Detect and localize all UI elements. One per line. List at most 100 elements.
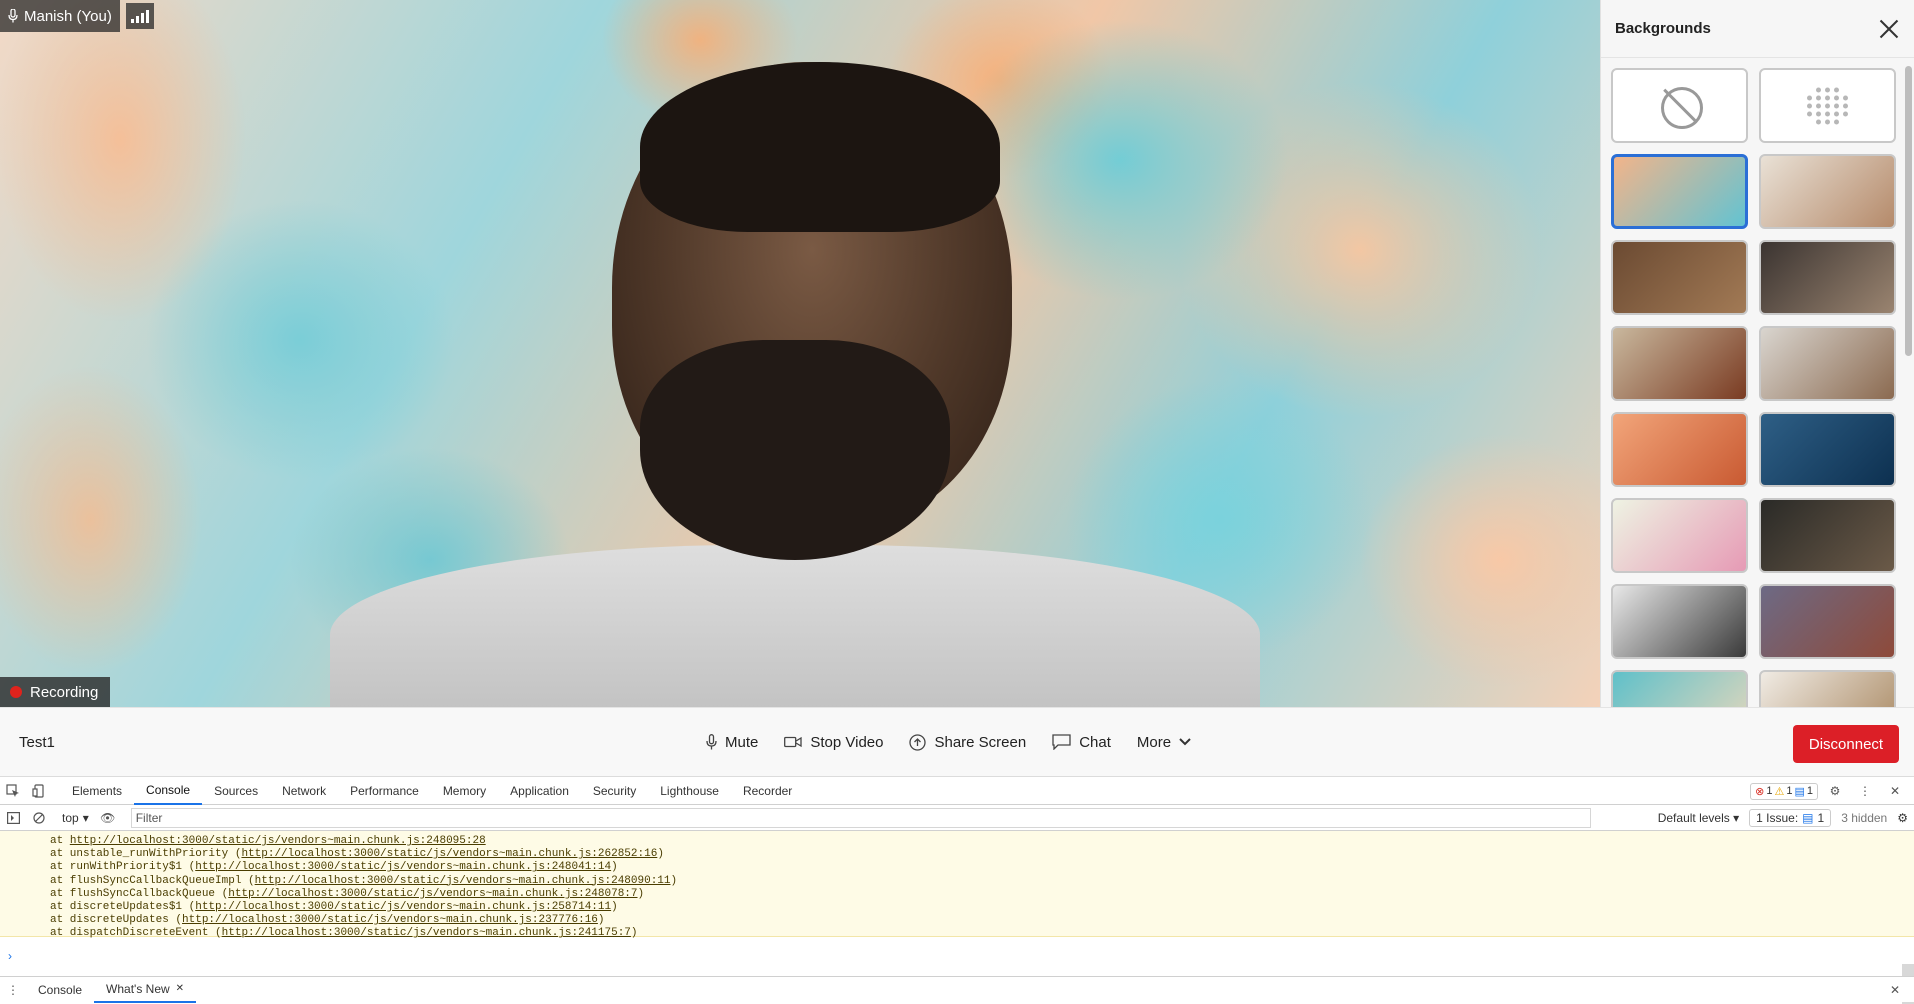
drawer-tab[interactable]: What's New ✕ xyxy=(94,977,197,1003)
stack-source-link[interactable]: http://localhost:3000/static/js/vendors~… xyxy=(195,861,611,873)
disconnect-button[interactable]: Disconnect xyxy=(1793,725,1899,763)
background-image-tile[interactable] xyxy=(1611,584,1748,659)
meeting-control-bar: Test1 Mute Stop Video Share Screen Chat … xyxy=(0,707,1914,777)
chat-button[interactable]: Chat xyxy=(1052,734,1111,751)
background-image-tile[interactable] xyxy=(1759,154,1896,229)
issues-button[interactable]: 1 Issue: ▤ 1 xyxy=(1749,809,1832,827)
background-image-tile[interactable] xyxy=(1611,326,1748,401)
inspect-element-icon[interactable] xyxy=(0,777,26,805)
background-image-tile[interactable] xyxy=(1759,412,1896,487)
devtools-tab-performance[interactable]: Performance xyxy=(338,777,431,805)
stack-trace-line: at http://localhost:3000/static/js/vendo… xyxy=(50,835,1914,848)
error-count: 1 xyxy=(1766,785,1773,797)
context-select[interactable]: top ▾ xyxy=(56,811,95,825)
devtools-tabs: Elements Console Sources Network Performance… xyxy=(60,777,804,805)
default-levels-label: Default levels xyxy=(1657,811,1730,825)
person-beard xyxy=(640,340,950,560)
background-blur-tile[interactable] xyxy=(1759,68,1896,143)
share-screen-button[interactable]: Share Screen xyxy=(909,734,1026,751)
blur-icon xyxy=(1806,87,1849,124)
stack-trace-line: at runWithPriority$1 (http://localhost:3… xyxy=(50,861,1914,874)
device-toolbar-icon[interactable] xyxy=(26,777,52,805)
error-icon: ⊗ xyxy=(1755,785,1765,798)
more-button[interactable]: More xyxy=(1137,734,1191,751)
devtools-panel: Elements Console Sources Network Performance… xyxy=(0,777,1914,1004)
background-image-tile[interactable] xyxy=(1611,154,1748,229)
stack-source-link[interactable]: http://localhost:3000/static/js/vendors~… xyxy=(70,835,486,847)
close-devtools-icon[interactable]: ✕ xyxy=(1882,777,1908,805)
stack-source-link[interactable]: http://localhost:3000/static/js/vendors~… xyxy=(195,901,611,913)
devtools-tab-recorder[interactable]: Recorder xyxy=(731,777,804,805)
background-image-tile[interactable] xyxy=(1611,498,1748,573)
close-tab-icon[interactable]: ✕ xyxy=(176,983,184,994)
backgrounds-scrollbar[interactable] xyxy=(1905,66,1912,356)
settings-gear-icon[interactable]: ⚙ xyxy=(1822,777,1848,805)
context-value: top xyxy=(62,810,79,825)
filter-bar-right: Default levels ▾ 1 Issue: ▤ 1 3 hidden ⚙ xyxy=(1658,805,1908,831)
console-settings-gear-icon[interactable]: ⚙ xyxy=(1897,811,1908,825)
kebab-menu-icon[interactable]: ⋮ xyxy=(1852,777,1878,805)
stop-video-label: Stop Video xyxy=(810,733,884,751)
message-counts[interactable]: ⊗ 1 ⚠ 1 ▤ 1 xyxy=(1750,782,1818,800)
console-filter-input[interactable] xyxy=(130,807,1591,828)
background-image-tile[interactable] xyxy=(1759,326,1896,401)
video-feed: Manish (You) Recording xyxy=(0,0,1600,707)
more-label: More xyxy=(1136,733,1172,751)
devtools-tab-application[interactable]: Application xyxy=(498,777,581,805)
stack-tail: ) xyxy=(611,901,618,914)
clear-console-icon[interactable] xyxy=(26,804,52,832)
devtools-tab-network[interactable]: Network xyxy=(270,777,338,805)
console-prompt-icon[interactable]: › xyxy=(8,949,12,963)
stack-function: at flushSyncCallbackQueueImpl ( xyxy=(50,874,255,887)
warning-icon: ⚠ xyxy=(1774,785,1785,798)
background-image-tile[interactable] xyxy=(1759,584,1896,659)
console-output: at http://localhost:3000/static/js/vendo… xyxy=(0,831,1914,1004)
chevron-down-icon xyxy=(1179,738,1191,746)
mute-button[interactable]: Mute xyxy=(706,734,758,751)
signal-strength-icon xyxy=(126,3,154,29)
video-camera-icon xyxy=(784,736,803,748)
devtools-toolbar-right: ⊗ 1 ⚠ 1 ▤ 1 ⚙ ⋮ ✕ xyxy=(1750,777,1914,805)
default-levels-dropdown[interactable]: Default levels ▾ xyxy=(1658,811,1739,825)
drawer-tabs: Console What's New ✕ xyxy=(26,977,197,1003)
devtools-tab-elements[interactable]: Elements xyxy=(60,777,134,805)
participant-name: Manish (You) xyxy=(24,7,112,25)
stack-source-link[interactable]: http://localhost:3000/static/js/vendors~… xyxy=(255,875,671,887)
stack-source-link[interactable]: http://localhost:3000/static/js/vendors~… xyxy=(241,848,657,860)
stack-source-link[interactable]: http://localhost:3000/static/js/vendors~… xyxy=(222,927,631,939)
issues-count: 1 xyxy=(1817,811,1825,825)
background-image-tile[interactable] xyxy=(1759,498,1896,573)
devtools-tab-security[interactable]: Security xyxy=(581,777,648,805)
meeting-name: Test1 xyxy=(19,734,55,751)
backgrounds-header: Backgrounds xyxy=(1601,0,1914,58)
background-image-tile[interactable] xyxy=(1611,412,1748,487)
stack-source-link[interactable]: http://localhost:3000/static/js/vendors~… xyxy=(228,888,637,900)
backgrounds-title: Backgrounds xyxy=(1615,20,1711,37)
background-image-tile[interactable] xyxy=(1611,240,1748,315)
close-icon[interactable] xyxy=(1878,18,1900,40)
devtools-tab-sources[interactable]: Sources xyxy=(202,777,270,805)
live-expression-eye-icon[interactable]: 👁 xyxy=(95,804,121,832)
close-drawer-icon[interactable]: ✕ xyxy=(1882,976,1908,1004)
issues-label: 1 Issue: xyxy=(1756,811,1799,825)
drawer-tab[interactable]: Console xyxy=(26,977,94,1003)
stack-source-link[interactable]: http://localhost:3000/static/js/vendors~… xyxy=(182,914,598,926)
stop-video-button[interactable]: Stop Video xyxy=(784,734,883,751)
stack-tail: ) xyxy=(657,848,664,861)
devtools-tab-memory[interactable]: Memory xyxy=(431,777,498,805)
devtools-tab-console[interactable]: Console xyxy=(134,777,203,805)
stack-trace-line: at flushSyncCallbackQueueImpl (http://lo… xyxy=(50,875,1914,888)
microphone-icon xyxy=(8,9,18,23)
stack-trace-line: at flushSyncCallbackQueue (http://localh… xyxy=(50,888,1914,901)
stack-trace-line: at unstable_runWithPriority (http://loca… xyxy=(50,848,1914,861)
stack-trace-line: at discreteUpdates (http://localhost:300… xyxy=(50,914,1914,927)
drawer-menu-icon[interactable]: ⋮ xyxy=(0,976,26,1004)
devtools-tab-lighthouse[interactable]: Lighthouse xyxy=(648,777,731,805)
stack-function: at xyxy=(50,835,70,847)
recording-indicator: Recording xyxy=(0,677,111,707)
record-dot-icon xyxy=(10,686,22,698)
sidebar-toggle-icon[interactable] xyxy=(0,804,26,832)
issue-icon: ▤ xyxy=(1802,811,1814,825)
background-image-tile[interactable] xyxy=(1759,240,1896,315)
background-none-tile[interactable] xyxy=(1611,68,1748,143)
